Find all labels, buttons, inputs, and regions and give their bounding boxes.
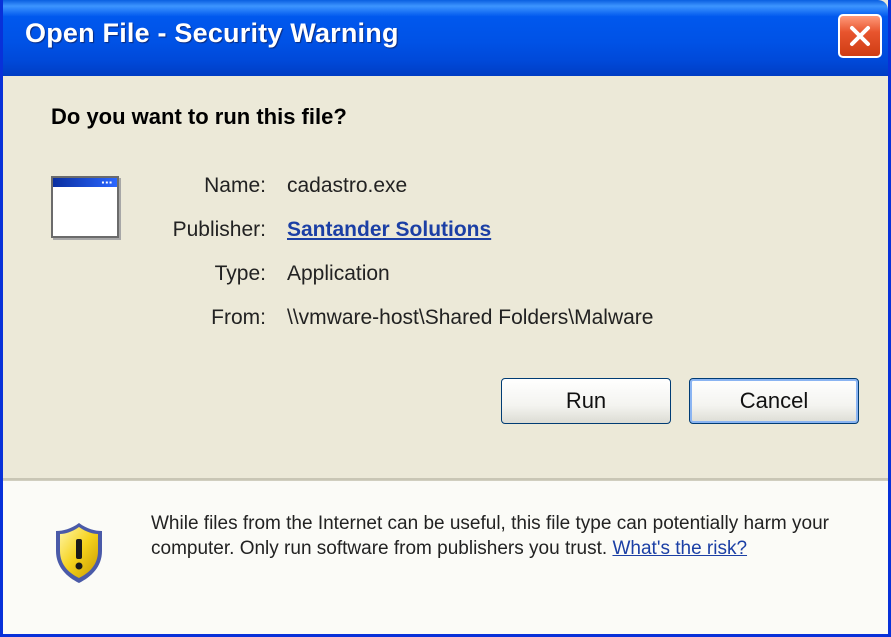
type-label: Type: bbox=[214, 262, 266, 285]
close-icon bbox=[850, 26, 870, 46]
security-warning-window: Open File - Security Warning Do you want… bbox=[0, 0, 891, 637]
name-value: cadastro.exe bbox=[287, 174, 408, 197]
from-value: \\vmware-host\Shared Folders\Malware bbox=[287, 306, 654, 329]
publisher-row: Publisher: Santander Solutions bbox=[3, 218, 888, 246]
close-button[interactable] bbox=[838, 14, 882, 58]
from-label: From: bbox=[211, 306, 266, 329]
name-label: Name: bbox=[204, 174, 266, 197]
warning-message: While files from the Internet can be use… bbox=[151, 511, 851, 561]
title-bar[interactable]: Open File - Security Warning bbox=[3, 0, 888, 76]
publisher-link[interactable]: Santander Solutions bbox=[287, 218, 491, 242]
cancel-button[interactable]: Cancel bbox=[689, 378, 859, 424]
question-heading: Do you want to run this file? bbox=[51, 104, 347, 129]
run-button[interactable]: Run bbox=[501, 378, 671, 424]
whats-the-risk-link[interactable]: What's the risk? bbox=[612, 538, 747, 559]
publisher-label: Publisher: bbox=[172, 218, 266, 241]
name-row: Name: cadastro.exe bbox=[3, 174, 888, 202]
type-value: Application bbox=[287, 262, 390, 285]
warning-panel: While files from the Internet can be use… bbox=[3, 480, 888, 634]
window-title: Open File - Security Warning bbox=[25, 18, 399, 48]
from-row: From: \\vmware-host\Shared Folders\Malwa… bbox=[3, 306, 888, 334]
shield-warning-icon bbox=[56, 523, 102, 583]
dialog-body: Do you want to run this file? ▪▪▪ Name: … bbox=[3, 76, 888, 634]
type-row: Type: Application bbox=[3, 262, 888, 290]
